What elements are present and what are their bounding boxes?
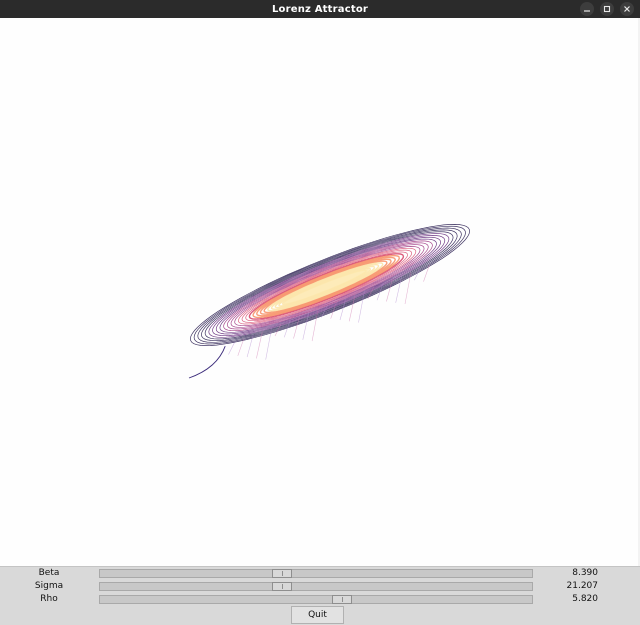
title-bar[interactable]: Lorenz Attractor [0, 0, 640, 18]
close-icon[interactable] [620, 2, 634, 16]
rho-slider[interactable] [99, 595, 533, 604]
sigma-label: Sigma [34, 581, 64, 591]
minimize-icon[interactable] [580, 2, 594, 16]
sigma-value: 21.207 [566, 581, 599, 591]
attractor-streak [423, 264, 430, 282]
beta-row: Beta 8.390 [0, 567, 640, 580]
control-panel: Beta 8.390 Sigma 21.207 Rho 5.820 Quit [0, 566, 640, 625]
window-title: Lorenz Attractor [271, 3, 369, 15]
rho-value: 5.820 [572, 594, 598, 604]
rho-slider-thumb[interactable] [332, 595, 352, 604]
rho-label: Rho [40, 594, 58, 604]
sigma-slider[interactable] [99, 582, 533, 591]
beta-value: 8.390 [572, 568, 598, 578]
app-window: Lorenz Attractor Beta 8.390 Sigma 21.207… [0, 0, 640, 625]
window-controls [580, 2, 634, 16]
lorenz-attractor-plot [188, 224, 470, 379]
attractor-tail [188, 346, 226, 379]
beta-slider[interactable] [99, 569, 533, 578]
beta-label: Beta [38, 568, 60, 578]
attractor-streak [228, 342, 235, 355]
sigma-slider-thumb[interactable] [272, 582, 292, 591]
maximize-icon[interactable] [600, 2, 614, 16]
quit-button[interactable]: Quit [291, 606, 344, 624]
beta-slider-thumb[interactable] [272, 569, 292, 578]
sigma-row: Sigma 21.207 [0, 580, 640, 593]
attractor-canvas[interactable] [0, 18, 640, 566]
rho-row: Rho 5.820 [0, 593, 640, 606]
